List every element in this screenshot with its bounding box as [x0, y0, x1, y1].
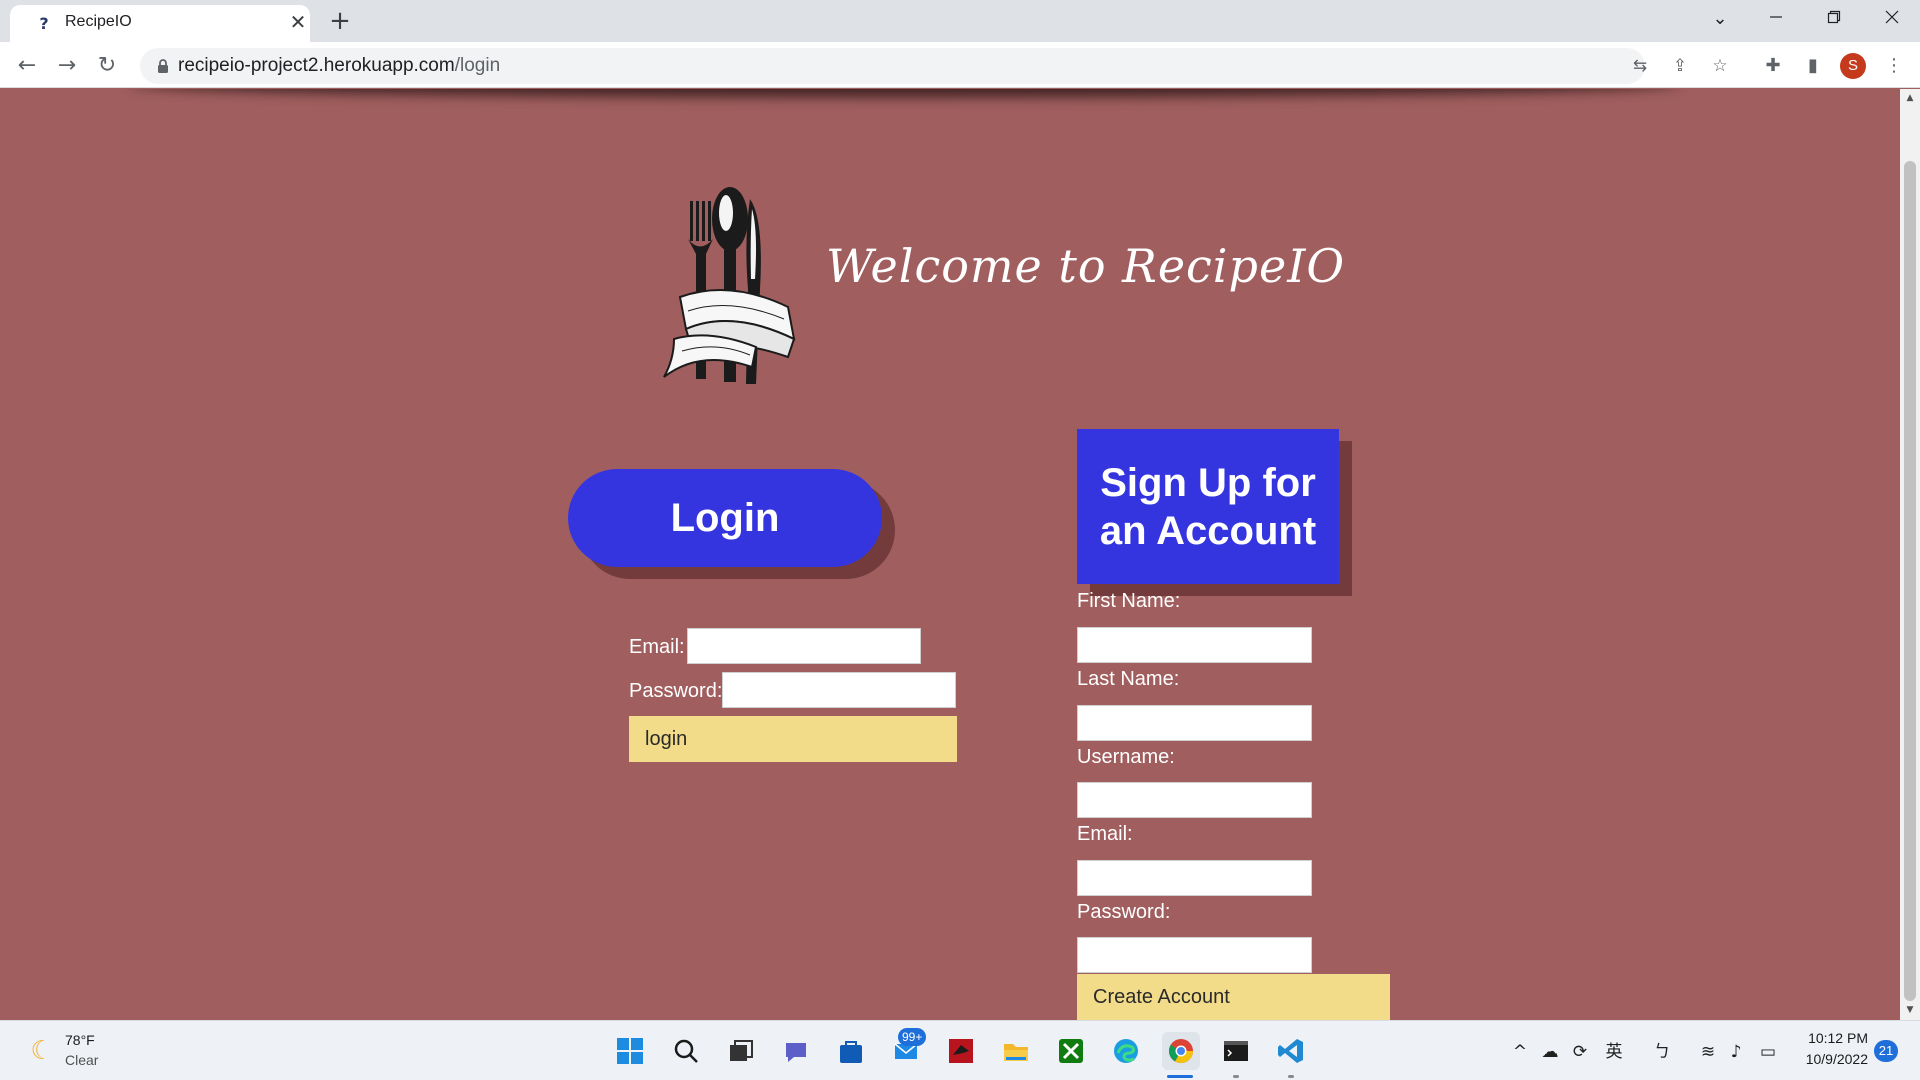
restore-button[interactable]: [1810, 2, 1858, 36]
lock-icon: [158, 59, 168, 73]
header-shadow: [130, 89, 1680, 97]
vscode-running-indicator: [1288, 1075, 1294, 1078]
url-path: /login: [454, 55, 501, 76]
side-panel-icon[interactable]: ▮: [1797, 50, 1829, 82]
tab-title: RecipeIO: [65, 13, 132, 30]
xbox-icon[interactable]: [1052, 1032, 1090, 1070]
store-icon[interactable]: [832, 1032, 870, 1070]
terminal-icon[interactable]: [1217, 1032, 1255, 1070]
terminal-running-indicator: [1233, 1075, 1239, 1078]
login-submit-button[interactable]: login: [629, 716, 957, 762]
weather-temperature[interactable]: 78°F: [65, 1032, 95, 1048]
username-input[interactable]: [1077, 782, 1312, 818]
translate-icon[interactable]: ⇆: [1626, 52, 1654, 80]
profile-avatar[interactable]: S: [1840, 53, 1866, 79]
search-icon[interactable]: [667, 1032, 705, 1070]
back-icon[interactable]: ←: [10, 49, 44, 83]
tab-close-icon[interactable]: ✕: [285, 9, 311, 35]
address-bar[interactable]: recipeio-project2.herokuapp.com/login ⇆ …: [140, 48, 1728, 84]
new-tab-button[interactable]: +: [325, 6, 355, 36]
file-explorer-icon[interactable]: [997, 1032, 1035, 1070]
scroll-down-icon[interactable]: ▼: [1900, 1003, 1920, 1017]
login-email-input[interactable]: [687, 628, 921, 664]
cutlery-logo-icon: [663, 187, 796, 384]
signup-email-input[interactable]: [1077, 860, 1312, 896]
browser-toolbar: ← → ↻ recipeio-project2.herokuapp.com/lo…: [0, 42, 1920, 88]
login-email-label: Email:: [629, 636, 685, 658]
reload-icon[interactable]: ↻: [90, 49, 124, 83]
page-scrollbar[interactable]: ▲ ▼: [1900, 89, 1920, 1020]
welcome-title: Welcome to RecipeIO: [826, 239, 1346, 293]
browser-tab-bar: ? RecipeIO ✕ + ⌄: [0, 0, 1920, 42]
signup-password-label: Password:: [1077, 901, 1171, 923]
bookmark-star-icon[interactable]: ☆: [1706, 52, 1734, 80]
create-account-button[interactable]: Create Account: [1077, 974, 1390, 1020]
volume-icon[interactable]: ♪: [1724, 1041, 1748, 1063]
notification-count-badge[interactable]: 21: [1874, 1040, 1898, 1062]
login-password-input[interactable]: [722, 672, 956, 708]
start-icon[interactable]: [611, 1032, 649, 1070]
task-view-icon[interactable]: [722, 1032, 760, 1070]
ime-mode-icon[interactable]: ㄅ: [1650, 1041, 1674, 1063]
chat-icon[interactable]: [777, 1032, 815, 1070]
signup-heading: Sign Up for an Account: [1077, 429, 1339, 584]
last-name-input[interactable]: [1077, 705, 1312, 741]
wifi-icon[interactable]: ≋: [1696, 1041, 1720, 1063]
scroll-thumb[interactable]: [1904, 161, 1916, 1001]
extensions-icon[interactable]: ✚: [1757, 50, 1789, 82]
url-text: recipeio-project2.herokuapp.com/login: [178, 55, 500, 77]
tray-overflow-icon[interactable]: ^: [1508, 1041, 1532, 1063]
menu-kebab-icon[interactable]: ⋮: [1878, 50, 1910, 82]
mail-unread-badge: 99+: [898, 1028, 927, 1046]
forward-icon[interactable]: →: [50, 49, 84, 83]
moon-weather-icon[interactable]: ☾: [26, 1035, 58, 1067]
favicon-icon: ?: [39, 13, 49, 33]
scroll-up-icon[interactable]: ▲: [1900, 91, 1920, 105]
signup-email-label: Email:: [1077, 823, 1133, 845]
login-heading: Login: [568, 469, 882, 567]
input-language-indicator[interactable]: 英: [1602, 1041, 1626, 1063]
last-name-label: Last Name:: [1077, 668, 1180, 690]
sync-icon[interactable]: ⟳: [1568, 1041, 1592, 1063]
battery-icon[interactable]: ▭: [1756, 1041, 1780, 1063]
edge-icon[interactable]: [1107, 1032, 1145, 1070]
first-name-input[interactable]: [1077, 627, 1312, 663]
url-host: recipeio-project2.herokuapp.com: [178, 55, 455, 76]
chrome-active-indicator: [1167, 1075, 1193, 1078]
signup-password-input[interactable]: [1077, 937, 1312, 973]
chrome-icon[interactable]: [1162, 1032, 1200, 1070]
page-body: Welcome to RecipeIO Login Email: Passwor…: [0, 89, 1900, 1020]
first-name-label: First Name:: [1077, 590, 1181, 612]
tab-search-icon[interactable]: ⌄: [1696, 2, 1744, 36]
red-app-icon[interactable]: [942, 1032, 980, 1070]
onedrive-icon[interactable]: ☁: [1538, 1041, 1562, 1063]
browser-tab[interactable]: ? RecipeIO ✕: [10, 5, 310, 42]
close-window-button[interactable]: [1868, 2, 1916, 36]
vscode-icon[interactable]: [1272, 1032, 1310, 1070]
login-password-label: Password:: [629, 680, 723, 702]
username-label: Username:: [1077, 746, 1175, 768]
windows-taskbar: ☾ 78°F Clear ^ ☁ ⟳ 英 ㄅ ≋ ♪ ▭ 10:12 PM 10…: [0, 1020, 1920, 1080]
minimize-button[interactable]: [1752, 2, 1800, 36]
weather-condition[interactable]: Clear: [65, 1052, 98, 1068]
clock-time[interactable]: 10:12 PM: [1808, 1030, 1868, 1046]
share-icon[interactable]: ⇪: [1666, 52, 1694, 80]
clock-date[interactable]: 10/9/2022: [1790, 1051, 1868, 1067]
